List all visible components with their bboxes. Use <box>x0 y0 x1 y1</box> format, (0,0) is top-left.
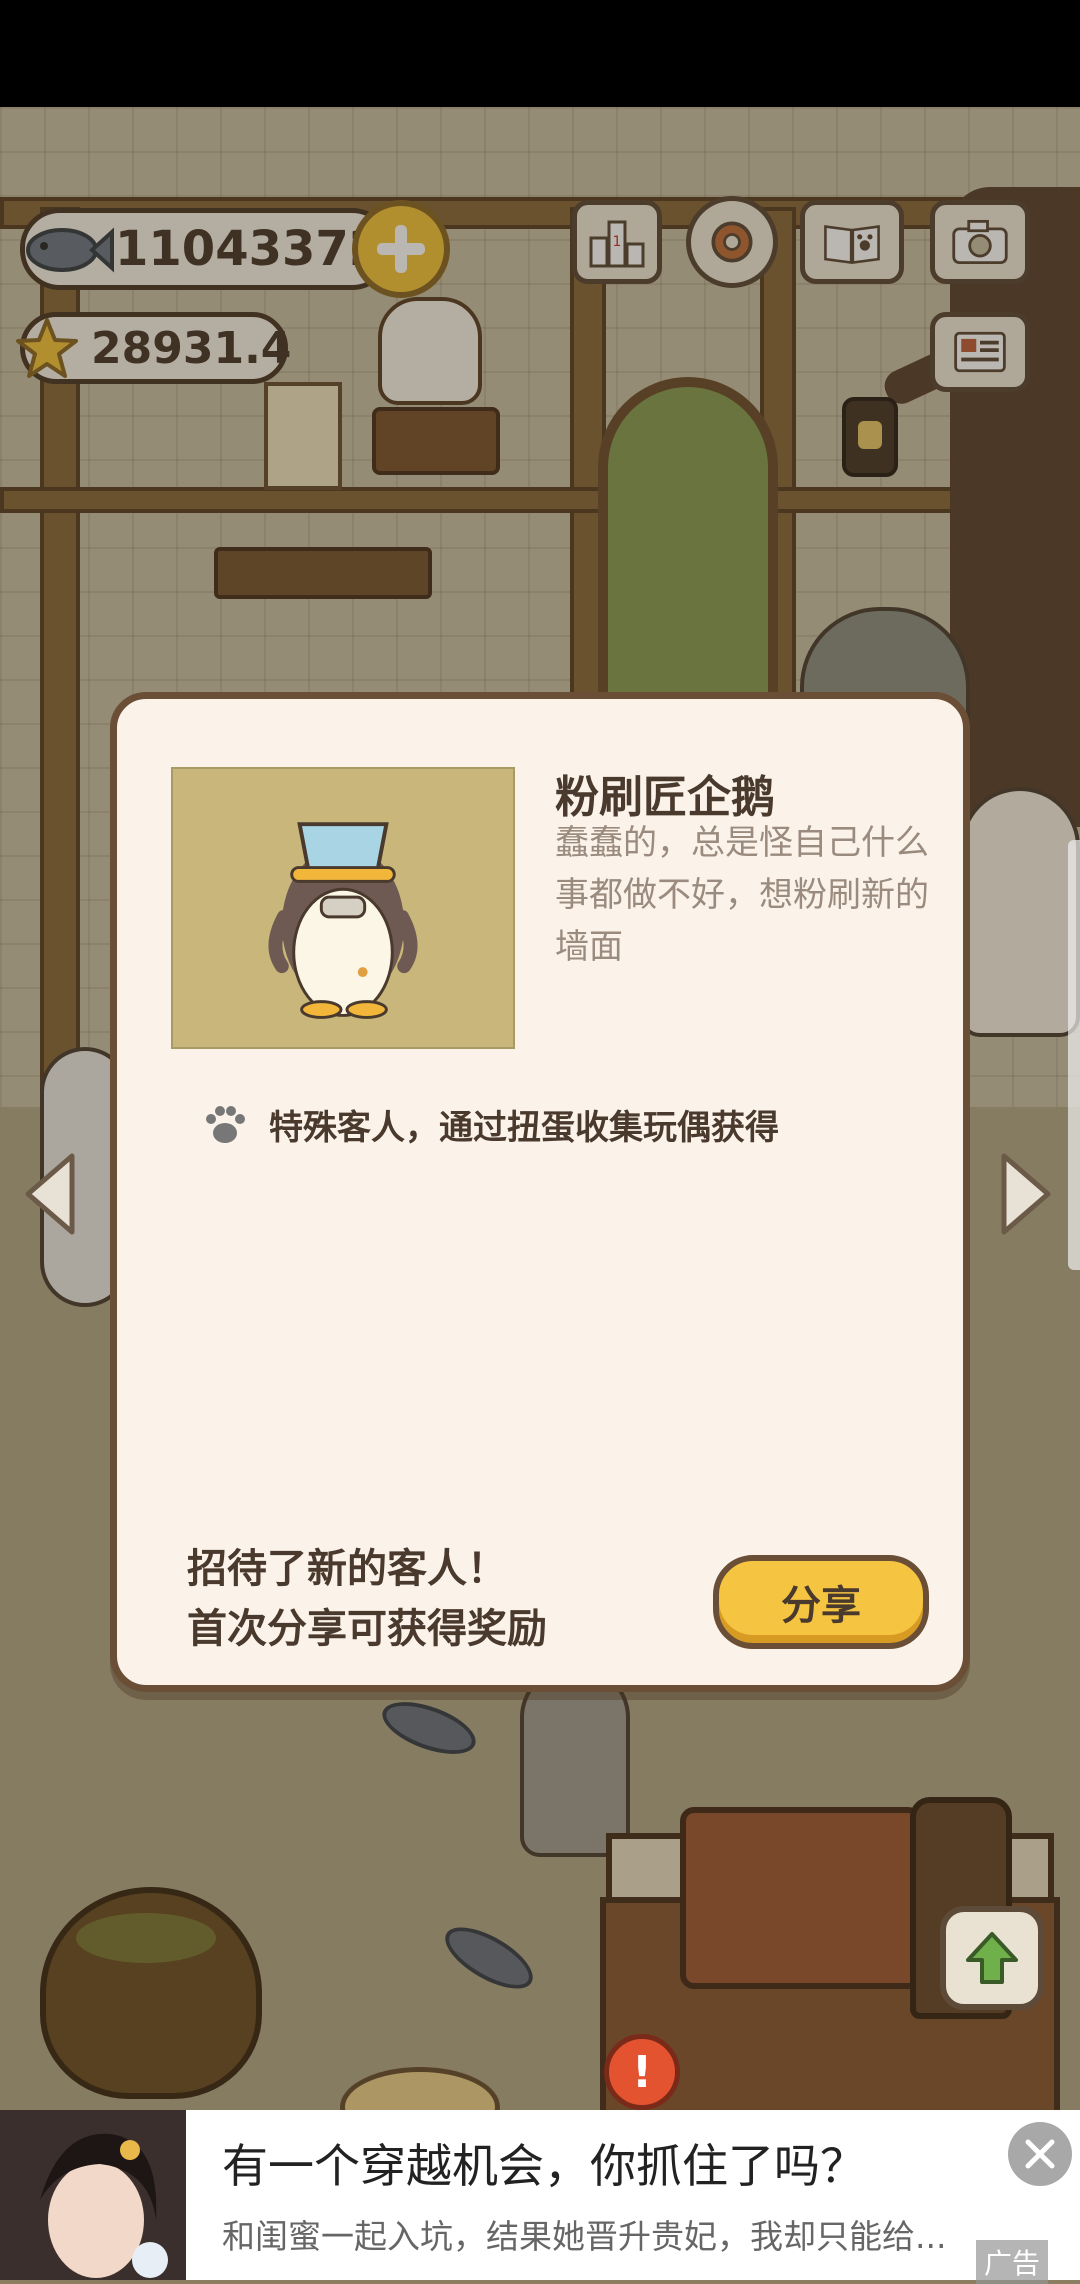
customer-source: 特殊客人，通过扭蛋收集玩偶获得 <box>199 1099 779 1149</box>
share-message: 招待了新的客人！ 首次分享可获得奖励 <box>187 1539 547 1659</box>
paw-icon <box>206 1106 245 1143</box>
ad-close-button[interactable] <box>1008 2122 1072 2186</box>
share-message-line2: 首次分享可获得奖励 <box>187 1606 547 1652</box>
ad-title[interactable]: 有一个穿越机会，你抓住了吗？ <box>222 2130 866 2196</box>
share-message-line1: 招待了新的客人！ <box>187 1546 507 1592</box>
ad-label: 广告 <box>976 2240 1049 2284</box>
ad-subtitle[interactable]: 和闺蜜一起入坑，结果她晋升贵妃，我却只能给... <box>222 2210 1022 2258</box>
painter-penguin-icon <box>268 822 418 1019</box>
customer-name: 粉刷匠企鹅 <box>555 772 775 823</box>
ad-character-portrait-icon <box>0 2110 186 2280</box>
share-button[interactable]: 分享 <box>713 1555 929 1649</box>
customer-portrait <box>171 767 515 1049</box>
customer-description: 蠢蠢的，总是怪自己什么事都做不好，想粉刷新的墙面 <box>555 823 929 967</box>
side-drawer-handle[interactable] <box>1068 840 1080 1270</box>
ad-banner[interactable]: 有一个穿越机会，你抓住了吗？ 和闺蜜一起入坑，结果她晋升贵妃，我却只能给... <box>0 2110 1080 2280</box>
ad-image[interactable] <box>0 2110 186 2280</box>
previous-arrow-icon[interactable] <box>20 1148 80 1240</box>
status-bar <box>0 0 1080 107</box>
close-icon <box>1025 2139 1055 2169</box>
upgrade-button[interactable] <box>940 1906 1044 2010</box>
source-text: 特殊客人，通过扭蛋收集玩偶获得 <box>269 1107 779 1148</box>
next-arrow-icon[interactable] <box>996 1148 1056 1240</box>
alert-icon[interactable]: ! <box>604 2034 680 2110</box>
up-arrow-icon <box>966 1932 1018 1984</box>
new-customer-dialog: 粉刷匠企鹅 蠢蠢的，总是怪自己什么事都做不好，想粉刷新的墙面 特殊客人，通过扭蛋… <box>110 692 970 1692</box>
